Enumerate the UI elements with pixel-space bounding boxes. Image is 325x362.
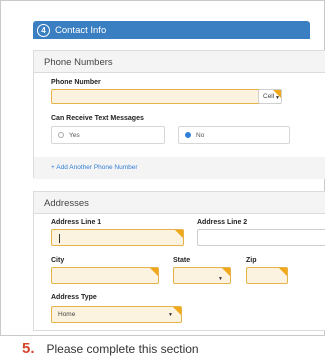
phone-type-select[interactable]: Cell ▼ — [258, 89, 282, 104]
section-number-badge: 4 — [37, 23, 50, 37]
city-label: City — [51, 257, 65, 264]
section-header: 4 Contact Info — [33, 21, 310, 39]
state-label: State — [173, 257, 191, 264]
addresses-panel: Addresses Address Line 1 Address Line 2 … — [33, 191, 325, 331]
radio-option-yes-label: Yes — [69, 131, 80, 139]
zip-label: Zip — [246, 257, 257, 264]
required-marker-icon — [175, 230, 183, 238]
phone-panel-title: Phone Numbers — [34, 51, 325, 73]
required-marker-icon — [173, 307, 181, 315]
radio-selected-icon — [185, 132, 191, 138]
city-input[interactable] — [51, 267, 159, 284]
instruction-step: 5. Please complete this section — [22, 340, 199, 357]
step-number: 5. — [22, 340, 35, 357]
text-cursor — [59, 234, 60, 243]
address-line2-input[interactable] — [197, 229, 325, 246]
address-panel-title: Addresses — [34, 192, 325, 214]
radio-icon — [58, 132, 64, 138]
add-phone-link[interactable]: + Add Another Phone Number — [51, 164, 138, 171]
required-marker-icon — [273, 90, 281, 98]
address-type-label: Address Type — [51, 294, 97, 301]
address-line1-input[interactable] — [51, 229, 184, 246]
address-panel-body: Address Line 1 Address Line 2 City State… — [34, 214, 325, 330]
phone-numbers-panel: Phone Numbers Phone Number Cell ▼ Can Re… — [33, 50, 325, 179]
phone-number-label: Phone Number — [51, 79, 101, 86]
required-marker-icon — [279, 268, 287, 276]
address-type-select[interactable]: Home ▼ — [51, 306, 182, 323]
chevron-down-icon: ▼ — [218, 276, 223, 282]
text-messages-label: Can Receive Text Messages — [51, 115, 144, 122]
phone-panel-footer: + Add Another Phone Number — [34, 157, 325, 179]
radio-option-yes[interactable]: Yes — [51, 126, 165, 144]
step-text: Please complete this section — [46, 342, 199, 356]
phone-panel-body: Phone Number Cell ▼ Can Receive Text Mes… — [34, 73, 325, 157]
state-select[interactable]: ▼ — [173, 267, 231, 284]
radio-option-no-label: No — [196, 131, 205, 139]
required-marker-icon — [222, 268, 230, 276]
section-title: Contact Info — [55, 24, 107, 36]
address-type-value: Home — [58, 311, 76, 318]
form-card: 4 Contact Info Phone Numbers Phone Numbe… — [0, 0, 325, 336]
address-line2-label: Address Line 2 — [197, 219, 248, 226]
phone-number-input[interactable] — [51, 89, 278, 104]
zip-input[interactable] — [246, 267, 288, 284]
radio-option-no[interactable]: No — [178, 126, 290, 144]
address-line1-label: Address Line 1 — [51, 219, 102, 226]
required-marker-icon — [150, 268, 158, 276]
